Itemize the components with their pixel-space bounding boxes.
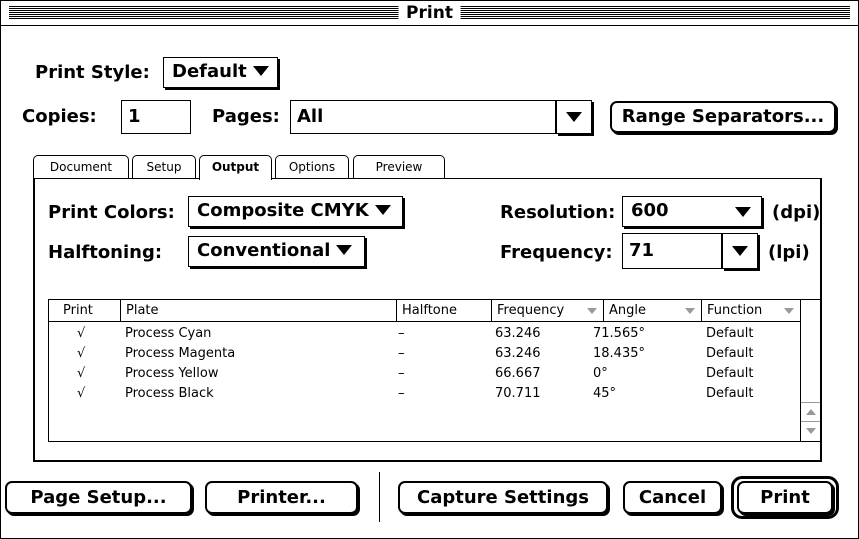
popup-arrow-icon <box>735 207 751 217</box>
chevron-down-icon <box>732 246 748 256</box>
column-header-function-label: Function <box>707 303 763 318</box>
function-value: Default <box>706 386 754 401</box>
function-value: Default <box>706 326 754 341</box>
scroll-up-button[interactable] <box>801 402 820 422</box>
chevron-down-icon <box>566 112 582 122</box>
plate-name: Process Magenta <box>125 346 236 361</box>
column-header-frequency[interactable]: Frequency <box>492 300 604 321</box>
window-title: Print <box>398 2 461 24</box>
popup-arrow-icon <box>374 205 391 215</box>
copies-field[interactable]: 1 <box>121 100 191 134</box>
halftone-value: – <box>398 386 405 401</box>
button-group-divider <box>379 472 380 522</box>
halftone-value: – <box>398 326 405 341</box>
pages-label: Pages: <box>212 106 280 127</box>
printer-button[interactable]: Printer... <box>205 481 358 514</box>
sort-arrow-icon <box>685 308 695 314</box>
print-button[interactable]: Print <box>737 481 833 514</box>
halftone-value: – <box>398 366 405 381</box>
plate-name: Process Cyan <box>125 326 212 341</box>
arrow-up-icon <box>806 409 816 415</box>
print-colors-value: Composite CMYK <box>197 200 369 221</box>
print-checkmark[interactable]: √ <box>77 364 85 383</box>
frequency-unit: (lpi) <box>768 242 810 263</box>
frequency-label: Frequency: <box>500 242 613 263</box>
frequency-dropdown-button[interactable] <box>722 233 758 269</box>
cancel-button[interactable]: Cancel <box>623 481 722 514</box>
frequency-value: 66.667 <box>495 366 541 381</box>
print-checkmark[interactable]: √ <box>77 344 85 363</box>
table-row[interactable]: √ Process Magenta – 63.246 18.435° Defau… <box>49 344 801 363</box>
resolution-value: 600 <box>631 200 669 221</box>
table-row[interactable]: √ Process Cyan – 63.246 71.565° Default <box>49 324 801 343</box>
frequency-value: 70.711 <box>495 386 541 401</box>
pages-dropdown-button[interactable] <box>556 100 592 134</box>
popup-arrow-icon <box>336 245 353 255</box>
arrow-down-icon <box>806 428 816 434</box>
table-row[interactable]: √ Process Yellow – 66.667 0° Default <box>49 364 801 383</box>
column-header-plate[interactable]: Plate <box>121 300 397 321</box>
tab-output[interactable]: Output <box>199 155 272 180</box>
table-scrollbar[interactable] <box>800 321 820 441</box>
tab-options[interactable]: Options <box>275 155 349 179</box>
column-header-halftone[interactable]: Halftone <box>397 300 492 321</box>
print-colors-popup[interactable]: Composite CMYK <box>188 196 403 227</box>
tab-preview[interactable]: Preview <box>353 155 445 179</box>
print-checkmark[interactable]: √ <box>77 384 85 403</box>
halftoning-label: Halftoning: <box>48 242 163 263</box>
title-bar[interactable]: Print <box>1 1 858 26</box>
frequency-field[interactable]: 71 <box>622 233 722 269</box>
function-value: Default <box>706 346 754 361</box>
angle-value: 0° <box>593 366 608 381</box>
angle-value: 45° <box>593 386 617 401</box>
angle-value: 71.565° <box>593 326 645 341</box>
column-header-function[interactable]: Function <box>702 300 801 321</box>
sort-arrow-icon <box>784 308 794 314</box>
print-style-value: Default <box>172 61 247 82</box>
page-setup-button[interactable]: Page Setup... <box>5 481 192 514</box>
plates-table: Print Plate Halftone Frequency Angle Fun… <box>48 299 821 442</box>
scroll-down-button[interactable] <box>801 421 820 441</box>
plate-name: Process Yellow <box>125 366 219 381</box>
range-separators-button[interactable]: Range Separators... <box>610 101 836 133</box>
tab-setup[interactable]: Setup <box>132 155 196 179</box>
table-header: Print Plate Halftone Frequency Angle Fun… <box>49 300 820 322</box>
column-header-angle-label: Angle <box>609 303 646 318</box>
tab-document[interactable]: Document <box>33 155 129 179</box>
print-style-label: Print Style: <box>35 62 150 83</box>
resolution-label: Resolution: <box>500 202 616 223</box>
angle-value: 18.435° <box>593 346 645 361</box>
halftoning-popup[interactable]: Conventional <box>188 236 365 267</box>
column-header-angle[interactable]: Angle <box>604 300 702 321</box>
plate-name: Process Black <box>125 386 214 401</box>
print-checkmark[interactable]: √ <box>77 324 85 343</box>
popup-arrow-icon <box>252 66 269 76</box>
resolution-popup[interactable]: 600 <box>622 196 762 227</box>
column-header-frequency-label: Frequency <box>497 303 565 318</box>
capture-settings-button[interactable]: Capture Settings <box>398 481 608 514</box>
table-row[interactable]: √ Process Black – 70.711 45° Default <box>49 384 801 403</box>
pages-field[interactable]: All <box>290 100 556 134</box>
sort-arrow-icon <box>587 308 597 314</box>
resolution-unit: (dpi) <box>772 202 821 223</box>
halftoning-value: Conventional <box>197 240 331 261</box>
column-header-print[interactable]: Print <box>49 300 121 321</box>
function-value: Default <box>706 366 754 381</box>
frequency-value: 63.246 <box>495 326 541 341</box>
print-style-popup[interactable]: Default <box>163 57 278 88</box>
halftone-value: – <box>398 346 405 361</box>
print-colors-label: Print Colors: <box>48 202 175 223</box>
copies-label: Copies: <box>22 106 97 127</box>
frequency-value: 63.246 <box>495 346 541 361</box>
